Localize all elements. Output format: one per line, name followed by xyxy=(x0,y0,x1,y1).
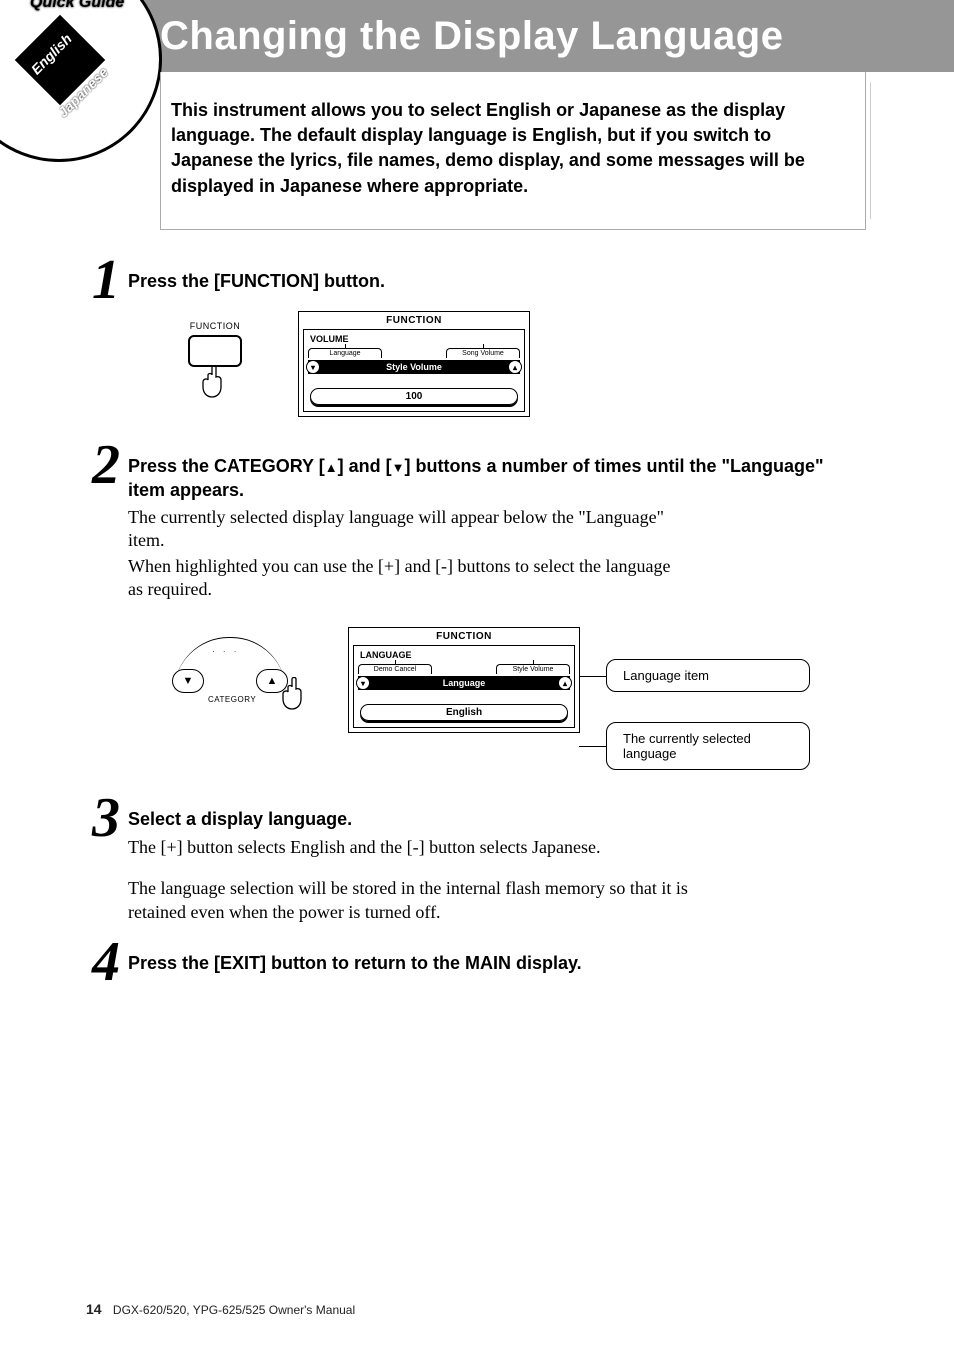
callout-current-language: The currently selected language xyxy=(606,722,810,770)
function-button-label: FUNCTION xyxy=(188,321,242,331)
step-1: 1 Press the [FUNCTION] button. FUNCTION … xyxy=(86,270,844,417)
step-4-heading: Press the [EXIT] button to return to the… xyxy=(128,952,844,975)
intro-section: This instrument allows you to select Eng… xyxy=(160,72,866,230)
document-name: DGX-620/520, YPG-625/525 Owner's Manual xyxy=(113,1303,355,1317)
manual-page: Changing the Display Language Quick Guid… xyxy=(0,0,954,1351)
step-3-body-1: The [+] button selects English and the [… xyxy=(128,836,688,859)
category-down-button-icon: ▼ xyxy=(172,669,204,693)
step-4: 4 Press the [EXIT] button to return to t… xyxy=(86,952,844,975)
lcd2-value: English xyxy=(360,704,568,721)
page-number: 14 xyxy=(86,1301,102,1317)
intro-text: This instrument allows you to select Eng… xyxy=(171,100,805,196)
step-1-heading: Press the [FUNCTION] button. xyxy=(128,270,844,293)
step-2-body-2: When highlighted you can use the [+] and… xyxy=(128,555,688,602)
hand-pointer-icon xyxy=(200,365,230,399)
category-down-icon: ▼ xyxy=(392,461,405,474)
callout-language-item: Language item xyxy=(606,659,810,692)
lcd-screen-language: FUNCTION LANGUAGE Demo Cancel Style Volu… xyxy=(348,627,580,733)
badge-tagline: Quick Guide xyxy=(30,0,124,12)
page-footer: 14 DGX-620/520, YPG-625/525 Owner's Manu… xyxy=(86,1301,355,1317)
callout-group: Language item The currently selected lan… xyxy=(606,659,810,770)
step-number: 2 xyxy=(84,437,128,493)
step-number: 1 xyxy=(84,252,128,308)
lcd2-tab-left: Demo Cancel xyxy=(374,666,416,673)
lcd-arrow-down-icon: ▾ xyxy=(306,360,320,374)
step-2-body-1: The currently selected display language … xyxy=(128,506,688,553)
steps-list: 1 Press the [FUNCTION] button. FUNCTION … xyxy=(86,270,844,976)
lcd-arrow-up-icon: ▴ xyxy=(508,360,522,374)
page-title: Changing the Display Language xyxy=(160,14,783,59)
step-number: 4 xyxy=(84,934,128,990)
lcd2-category: LANGUAGE xyxy=(358,648,570,664)
step-2: 2 Press the CATEGORY [▲] and [▼] buttons… xyxy=(86,455,844,770)
step-3: 3 Select a display language. The [+] but… xyxy=(86,808,844,924)
function-button-icon xyxy=(188,335,242,367)
step-3-body-2: The language selection will be stored in… xyxy=(128,877,688,924)
lcd-arrow-down-icon: ▾ xyxy=(356,676,370,690)
category-up-icon: ▲ xyxy=(325,461,338,474)
category-label: CATEGORY xyxy=(208,695,256,704)
function-button-illustration: FUNCTION xyxy=(188,321,242,404)
lcd1-category: VOLUME xyxy=(308,332,520,348)
step-2-heading: Press the CATEGORY [▲] and [▼] buttons a… xyxy=(128,455,844,502)
quick-guide-badge: Quick Guide English Japanese xyxy=(0,0,146,141)
hand-pointer-icon xyxy=(280,677,310,711)
lcd1-value: 100 xyxy=(310,388,518,405)
lcd2-current-item: Language xyxy=(443,678,486,688)
lcd2-tab-right: Style Volume xyxy=(513,666,554,673)
lcd1-tab-left: Language xyxy=(329,350,360,357)
step-number: 3 xyxy=(84,790,128,846)
lcd-screen-volume: FUNCTION VOLUME Language Song Volume ▾ S… xyxy=(298,311,530,417)
lcd2-title: FUNCTION xyxy=(349,628,579,645)
lcd-arrow-up-icon: ▴ xyxy=(558,676,572,690)
lcd1-current-item: Style Volume xyxy=(386,362,442,372)
category-buttons-illustration: · · · ▼ ▲ CATEGORY xyxy=(152,627,322,717)
step-3-heading: Select a display language. xyxy=(128,808,844,831)
lcd1-title: FUNCTION xyxy=(299,312,529,329)
lcd1-tab-right: Song Volume xyxy=(462,350,504,357)
